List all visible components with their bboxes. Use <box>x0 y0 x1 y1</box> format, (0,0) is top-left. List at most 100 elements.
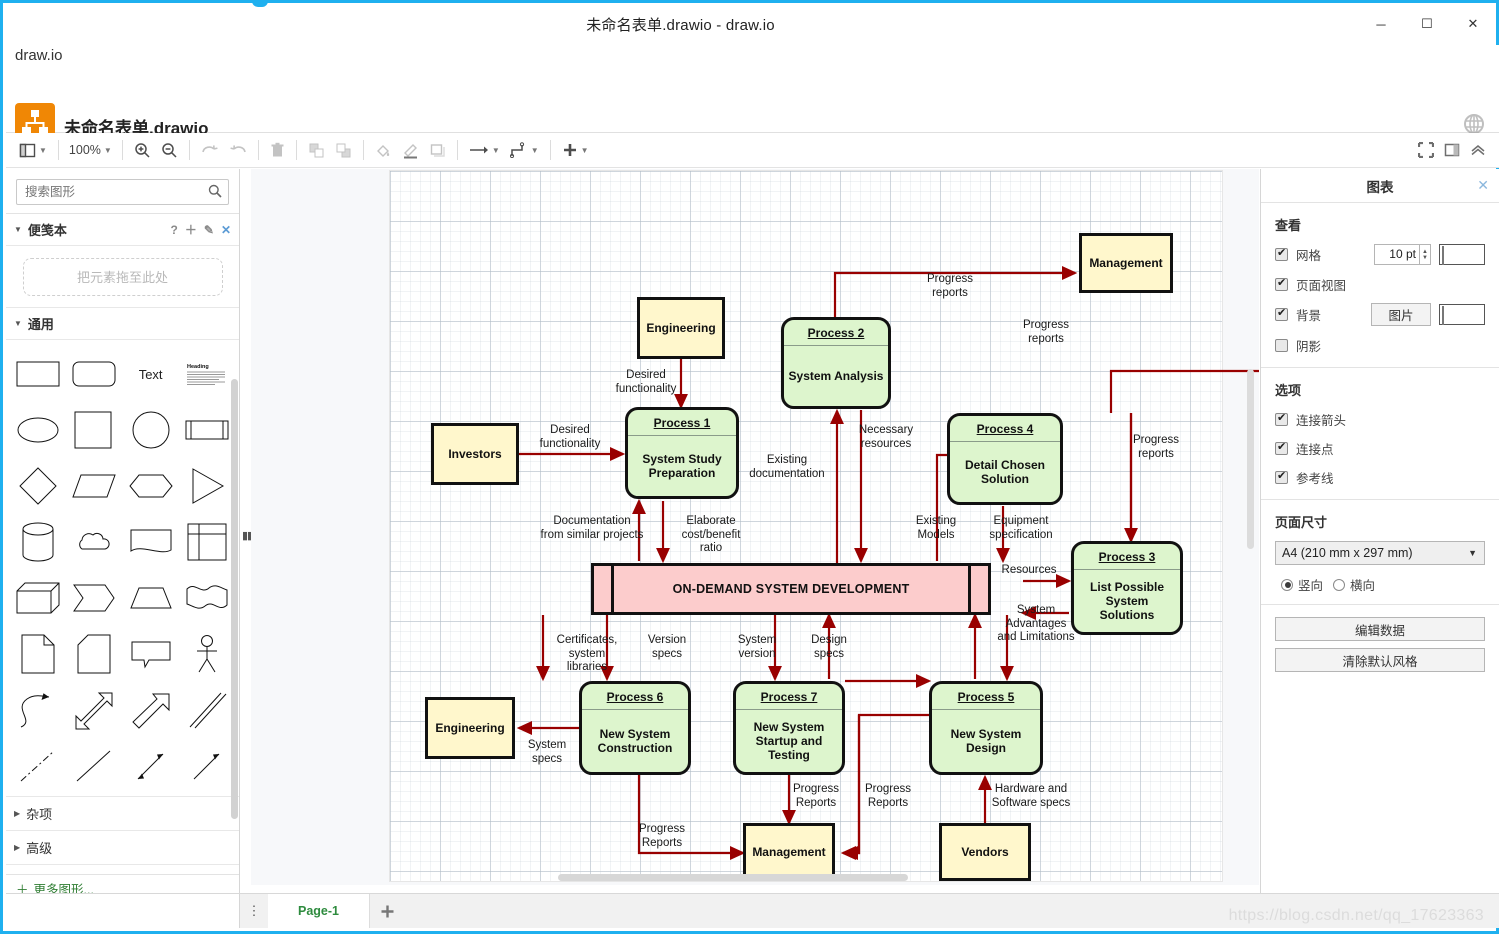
shape-actor[interactable] <box>179 628 235 680</box>
redo-icon[interactable] <box>224 137 252 164</box>
node-vendors[interactable]: Vendors <box>939 823 1031 881</box>
shape-double-line[interactable] <box>179 684 235 736</box>
shape-directional-connector[interactable] <box>179 740 235 792</box>
connection-arrows-checkbox[interactable] <box>1275 411 1288 426</box>
scratchpad-dropzone[interactable]: 把元素拖至此处 <box>6 246 239 308</box>
shape-line[interactable] <box>66 740 122 792</box>
shape-tape[interactable] <box>179 572 235 624</box>
node-management-top[interactable]: Management <box>1079 233 1173 293</box>
shape-hexagon[interactable] <box>123 460 179 512</box>
shape-document[interactable] <box>123 516 179 568</box>
node-process-5[interactable]: Process 5 New System Design <box>929 681 1043 775</box>
shape-curved-arrow[interactable] <box>10 684 66 736</box>
diagram-canvas[interactable]: ON-DEMAND SYSTEM DEVELOPMENT Engineering… <box>251 169 1259 885</box>
node-management-bottom[interactable]: Management <box>743 823 835 881</box>
maximize-button[interactable]: ☐ <box>1404 3 1450 45</box>
minimize-button[interactable]: ─ <box>1358 3 1404 45</box>
collapse-chevron-icon[interactable] <box>1465 137 1491 164</box>
grid-size-stepper[interactable]: ▲ ▼ <box>1420 244 1431 265</box>
section-scratchpad[interactable]: ▼ 便笺本 ? ＋ ✎ ✕ <box>6 214 239 246</box>
section-misc[interactable]: ▶ 杂项 <box>6 796 239 830</box>
question-icon[interactable]: ? <box>171 223 178 237</box>
grid-color-swatch[interactable] <box>1439 244 1485 265</box>
shape-triangle[interactable] <box>179 460 235 512</box>
connection-arrow-icon[interactable]: ▼ <box>464 137 505 164</box>
page-tab-page-1[interactable]: Page-1 <box>268 894 370 928</box>
shape-rectangle[interactable] <box>10 348 66 400</box>
pencil-icon[interactable]: ✎ <box>204 223 214 237</box>
shape-step[interactable] <box>66 572 122 624</box>
shape-square[interactable] <box>66 404 122 456</box>
globe-icon[interactable] <box>1463 113 1485 135</box>
shape-bidirectional-connector[interactable] <box>123 740 179 792</box>
zoom-out-icon[interactable] <box>156 137 183 164</box>
orientation-portrait[interactable]: 竖向 <box>1281 575 1323 594</box>
portrait-radio[interactable] <box>1281 578 1293 591</box>
node-investors[interactable]: Investors <box>431 423 519 485</box>
paper-size-select[interactable]: A4 (210 mm x 297 mm) ▼ <box>1275 541 1485 565</box>
shapes-panel-scrollbar[interactable] <box>231 379 238 819</box>
section-general[interactable]: ▼ 通用 <box>6 308 239 340</box>
node-process-7[interactable]: Process 7 New System Startup and Testing <box>733 681 845 775</box>
plus-icon[interactable]: ▼ <box>557 137 594 164</box>
panel-splitter[interactable]: ▮▮ <box>242 169 253 902</box>
shape-process[interactable] <box>179 404 235 456</box>
plus-icon[interactable]: ＋ <box>185 221 197 238</box>
grid-checkbox[interactable] <box>1275 246 1288 261</box>
shape-rounded-rectangle[interactable] <box>66 348 122 400</box>
clear-default-style-button[interactable]: 清除默认风格 <box>1275 648 1485 672</box>
shape-note[interactable] <box>10 628 66 680</box>
shape-card[interactable] <box>66 628 122 680</box>
shape-cylinder[interactable] <box>10 516 66 568</box>
node-process-3[interactable]: Process 3 List Possible System Solutions <box>1071 541 1183 635</box>
search-input[interactable] <box>17 180 228 204</box>
node-process-6[interactable]: Process 6 New System Construction <box>579 681 691 775</box>
node-engineering-bottom[interactable]: Engineering <box>425 697 515 759</box>
shape-diamond[interactable] <box>10 460 66 512</box>
close-icon[interactable]: ✕ <box>1477 177 1489 194</box>
shape-textbox[interactable]: Heading <box>179 348 235 400</box>
landscape-radio[interactable] <box>1333 578 1346 591</box>
shape-cloud[interactable] <box>66 516 122 568</box>
zoom-in-icon[interactable] <box>129 137 156 164</box>
orientation-landscape[interactable]: 横向 <box>1333 575 1375 594</box>
node-engineering-top[interactable]: Engineering <box>637 297 725 359</box>
close-icon[interactable]: ✕ <box>221 223 231 237</box>
shadow-checkbox[interactable] <box>1275 338 1288 352</box>
undo-icon[interactable] <box>196 137 224 164</box>
node-process-1[interactable]: Process 1 System Study Preparation <box>625 407 739 499</box>
add-page-button[interactable] <box>370 894 404 928</box>
fill-color-icon[interactable] <box>370 137 397 164</box>
edit-data-button[interactable]: 编辑数据 <box>1275 617 1485 641</box>
shape-callout[interactable] <box>123 628 179 680</box>
page-menu-icon[interactable]: ⋮ <box>240 894 268 928</box>
line-color-icon[interactable] <box>397 137 424 164</box>
node-process-4[interactable]: Process 4 Detail Chosen Solution <box>947 413 1063 505</box>
send-to-back-icon[interactable] <box>330 137 357 164</box>
fullscreen-icon[interactable] <box>1413 137 1439 164</box>
grid-size-input[interactable]: 10 pt <box>1374 244 1420 265</box>
background-color-swatch[interactable] <box>1439 304 1485 325</box>
shape-cube[interactable] <box>10 572 66 624</box>
layout-panel-icon[interactable]: ▼ <box>14 137 52 164</box>
central-process-bar[interactable]: ON-DEMAND SYSTEM DEVELOPMENT <box>591 563 991 615</box>
node-process-2[interactable]: Process 2 System Analysis <box>781 317 891 409</box>
guides-checkbox[interactable] <box>1275 469 1288 484</box>
shape-ellipse[interactable] <box>10 404 66 456</box>
trash-icon[interactable] <box>265 137 290 164</box>
zoom-level-button[interactable]: 100% ▼ <box>65 137 116 164</box>
shape-internal-storage[interactable] <box>179 516 235 568</box>
connection-points-checkbox[interactable] <box>1275 440 1288 455</box>
shape-dashed-line[interactable] <box>10 740 66 792</box>
search-box[interactable] <box>16 179 229 205</box>
section-advanced[interactable]: ▶ 高级 <box>6 830 239 864</box>
shape-trapezoid[interactable] <box>123 572 179 624</box>
background-checkbox[interactable] <box>1275 306 1288 321</box>
shape-text[interactable]: Text <box>123 348 179 400</box>
canvas-horizontal-scrollbar[interactable] <box>558 874 908 881</box>
shadow-icon[interactable] <box>424 137 451 164</box>
canvas-vertical-scrollbar[interactable] <box>1247 369 1254 549</box>
format-panel-icon[interactable] <box>1439 137 1465 164</box>
background-image-button[interactable]: 图片 <box>1371 303 1431 326</box>
close-button[interactable]: ✕ <box>1450 3 1496 45</box>
